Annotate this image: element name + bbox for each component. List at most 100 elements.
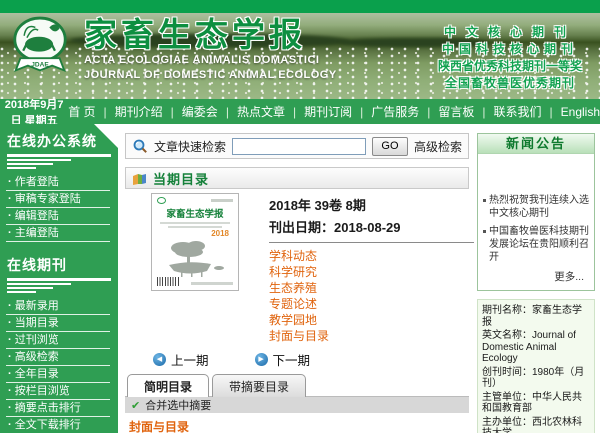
sidebar-item-author-login[interactable]: 作者登陆 [6,174,110,191]
news-announcement-header[interactable]: 新闻公告 [478,134,594,154]
current-issue-section-header: 当期目录 [125,167,469,189]
nav-item-english[interactable]: English [542,105,600,119]
tab-contents-with-abstract[interactable]: 带摘要目录 [212,374,306,397]
cover-year: 2018 [157,229,229,238]
sidebar-item-advanced-search[interactable]: 高级检索 [6,349,110,366]
sidebar-item-current-issue[interactable]: 当期目录 [6,315,110,332]
left-sidebar: 在线办公系统 作者登陆 审稿专家登陆 编辑登陆 主编登陆 在线期刊 最新录用 当… [0,124,118,433]
jdae-emblem-icon: JDAE [12,15,68,79]
current-issue-title: 当期目录 [153,169,209,188]
next-arrow-icon [255,353,268,366]
info-english-name: 英文名称：Journal of Domestic Animal Ecology [482,330,590,365]
decorative-lines [0,278,118,298]
next-issue-label: 下一期 [273,350,311,369]
journal-info-box: 期刊名称：家畜生态学报 英文名称：Journal of Domestic Ani… [477,299,595,433]
sidebar-item-abstract-click-rank[interactable]: 摘要点击排行 [6,400,110,417]
sidebar-item-annual-catalog[interactable]: 全年目录 [6,366,110,383]
divider [269,242,474,243]
cover-barcode [157,277,179,286]
issue-pager: 上一期 下一期 [125,344,469,369]
sidebar-item-fulltext-download-rank[interactable]: 全文下载排行 [6,417,110,433]
cover-tree-graphic [159,239,231,279]
honor-line: 中国科技核心期刊 [425,41,595,58]
nav-item-contact[interactable]: 联系我们 [474,103,541,120]
sidebar-item-editor-login[interactable]: 编辑登陆 [6,208,110,225]
nav-item-message-board[interactable]: 留言板 [419,103,474,120]
info-supervisor: 主管单位：中华人民共和国教育部 [482,392,590,415]
cover-publisher-placeholder [191,282,233,285]
previous-issue-label: 上一期 [171,350,209,369]
sidebar-item-archive[interactable]: 过刊浏览 [6,332,110,349]
logo-acronym: JDAE [31,62,49,69]
column-link-discipline-news[interactable]: 学科动态 [269,248,474,264]
journal-homepage: JDAE 家畜生态学报 ACTA ECOLOGIAE ANIMALIS DOMA… [0,0,600,433]
current-date: 2018年9月7日 星期五 [0,96,68,128]
news-list: 热烈祝贺我刊连续入选中文核心期刊 中国畜牧兽医科技期刊发展论坛在贵阳顺利召开 更… [478,154,594,290]
search-icon [132,138,148,154]
sidebar-item-latest-accepted[interactable]: 最新录用 [6,298,110,315]
prev-arrow-icon [153,353,166,366]
news-announcement-box: 新闻公告 热烈祝贺我刊连续入选中文核心期刊 中国畜牧兽医科技期刊发展论坛在贵阳顺… [477,133,595,291]
column-link-cover-and-contents[interactable]: 封面与目录 [269,328,474,344]
cover-title: 家畜生态学报 [157,206,233,220]
nav-item-home[interactable]: 首 页 [68,103,95,120]
merge-selected-label: 合并选中摘要 [145,397,211,413]
journal-cover-image[interactable]: 家畜生态学报 2018 [151,193,239,291]
journal-honors: 中文核心期刊 中国科技核心期刊 陕西省优秀科技期刊一等奖 全国畜牧兽医优秀期刊 [425,24,595,92]
sidebar-item-browse-by-column[interactable]: 按栏目浏览 [6,383,110,400]
cover-logo-icon [157,197,166,204]
info-journal-name: 期刊名称：家畜生态学报 [482,305,590,328]
advanced-search-link[interactable]: 高级检索 [414,138,462,155]
check-icon [131,396,140,414]
info-sponsor: 主办单位：西北农林科技大学 [482,417,590,433]
issue-volume-line: 2018年 39卷 8期 [269,195,474,214]
honor-line: 陕西省优秀科技期刊一等奖 [425,58,595,75]
nav-item-advertising[interactable]: 广告服务 [352,103,419,120]
toc-tabs: 简明目录 带摘要目录 [127,374,469,397]
tab-brief-contents[interactable]: 简明目录 [127,374,209,397]
banner-title-block: 家畜生态学报 ACTA ECOLOGIAE ANIMALIS DOMASTICI… [84,17,337,83]
books-icon [132,172,147,185]
cover-subtitle-placeholder [160,222,230,224]
main-content: 文章快速检索 GO 高级检索 当期目录 [118,124,474,433]
cover-subtitle-placeholder [168,226,221,228]
cover-masthead [157,197,233,204]
sidebar-section-online-office: 在线办公系统 [0,126,118,154]
nav-item-subscription[interactable]: 期刊订阅 [285,103,352,120]
quick-search-bar: 文章快速检索 GO 高级检索 [125,133,469,159]
journal-title-cn: 家畜生态学报 [84,17,337,53]
nav-item-journal-intro[interactable]: 期刊介绍 [96,103,163,120]
issue-block: 家畜生态学报 2018 [125,189,469,344]
issue-publish-date: 刊出日期：2018-08-29 [269,217,474,236]
column-link-scientific-research[interactable]: 科学研究 [269,264,474,280]
news-item[interactable]: 中国畜牧兽医科技期刊发展论坛在贵阳顺利召开 [482,225,590,264]
group-heading-cover-and-contents: 封面与目录 [125,413,469,433]
nav-item-hot-articles[interactable]: 热点文章 [218,103,285,120]
column-link-teaching-garden[interactable]: 教学园地 [269,312,474,328]
journal-logo: JDAE [12,15,68,84]
sidebar-item-chief-editor-login[interactable]: 主编登陆 [6,225,110,242]
right-sidebar: 新闻公告 热烈祝贺我刊连续入选中文核心期刊 中国畜牧兽医科技期刊发展论坛在贵阳顺… [474,124,600,433]
column-link-ecological-breeding[interactable]: 生态养殖 [269,280,474,296]
journal-title-en: JOURNAL OF DOMESTIC ANIMAL ECOLOGY [84,68,337,83]
column-link-special-review[interactable]: 专题论述 [269,296,474,312]
honor-line: 中文核心期刊 [425,24,595,41]
issue-info: 2018年 39卷 8期 刊出日期：2018-08-29 学科动态 科学研究 生… [269,193,474,344]
next-issue-button[interactable]: 下一期 [255,350,311,369]
info-founded: 创刊时间：1980年（月刊） [482,367,590,390]
sidebar-item-reviewer-login[interactable]: 审稿专家登陆 [6,191,110,208]
nav-menu: 首 页 期刊介绍 编委会 热点文章 期刊订阅 广告服务 留言板 联系我们 Eng… [68,103,600,120]
decorative-lines [0,154,118,174]
search-go-button[interactable]: GO [372,137,408,156]
nav-item-editorial-board[interactable]: 编委会 [163,103,218,120]
cover-text-placeholder [211,199,233,202]
banner: JDAE 家畜生态学报 ACTA ECOLOGIAE ANIMALIS DOMA… [0,13,600,99]
previous-issue-button[interactable]: 上一期 [153,350,209,369]
news-more-link[interactable]: 更多... [482,269,590,288]
top-green-strip [0,0,600,13]
search-input[interactable] [232,138,366,155]
journal-title-latin: ACTA ECOLOGIAE ANIMALIS DOMASTICI [84,53,337,68]
merge-selected-bar[interactable]: 合并选中摘要 [125,396,469,413]
search-label: 文章快速检索 [154,138,226,155]
news-item[interactable]: 热烈祝贺我刊连续入选中文核心期刊 [482,194,590,220]
